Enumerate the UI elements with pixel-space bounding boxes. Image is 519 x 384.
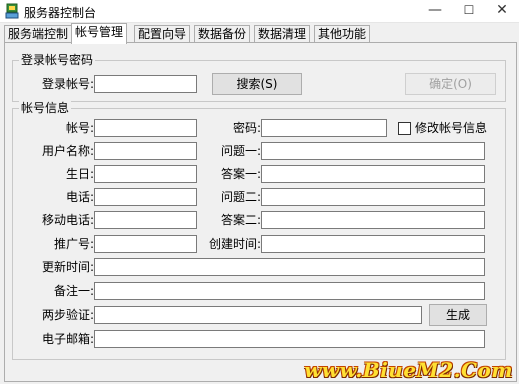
tab-account-management[interactable]: 帐号管理 (71, 23, 128, 44)
answer2-input[interactable] (261, 211, 485, 229)
email-input[interactable] (94, 330, 485, 348)
confirm-button[interactable]: 确定(O) (405, 73, 496, 95)
tab-data-cleanup[interactable]: 数据清理 (254, 25, 311, 43)
modify-account-checkbox[interactable] (398, 122, 411, 135)
login-group: 登录帐号密码 登录帐号: 搜索(S) 确定(O) (12, 52, 506, 102)
account-input[interactable] (94, 119, 197, 137)
created-time-label: 创建时间: (208, 237, 261, 251)
app-icon (5, 3, 19, 19)
username-label: 用户名称: (41, 144, 94, 158)
question1-input[interactable] (261, 142, 485, 160)
maximize-button[interactable]: ☐ (452, 0, 486, 22)
question2-label: 问题二: (220, 190, 261, 204)
question2-input[interactable] (261, 188, 485, 206)
answer1-input[interactable] (261, 165, 485, 183)
tab-data-backup[interactable]: 数据备份 (194, 25, 251, 43)
email-label: 电子邮箱: (41, 332, 94, 346)
account-info-group-title: 帐号信息 (19, 100, 72, 116)
phone-input[interactable] (94, 188, 197, 206)
updated-time-input[interactable] (94, 258, 485, 276)
tab-config-wizard[interactable]: 配置向导 (134, 25, 191, 43)
login-account-input[interactable] (94, 75, 197, 93)
generate-button[interactable]: 生成 (429, 304, 487, 326)
two-step-input[interactable] (94, 306, 422, 324)
tab-other-functions[interactable]: 其他功能 (314, 25, 371, 43)
window-title: 服务器控制台 (24, 6, 97, 20)
title-bar: 服务器控制台 — ☐ ✕ (0, 0, 519, 23)
question1-label: 问题一: (220, 144, 261, 158)
answer1-label: 答案一: (220, 167, 261, 181)
promoter-input[interactable] (94, 235, 197, 253)
mobile-label: 移动电话: (41, 213, 94, 227)
watermark: www.BiueM2.Com (304, 358, 513, 382)
birthday-label: 生日: (65, 167, 94, 181)
login-group-title: 登录帐号密码 (19, 52, 96, 68)
phone-label: 电话: (65, 190, 94, 204)
account-panel: 登录帐号密码 登录帐号: 搜索(S) 确定(O) 帐号信息 帐号: 密码: 修改… (4, 42, 517, 382)
search-button[interactable]: 搜索(S) (212, 73, 302, 95)
two-step-label: 两步验证: (41, 308, 94, 322)
answer2-label: 答案二: (220, 213, 261, 227)
birthday-input[interactable] (94, 165, 197, 183)
created-time-input[interactable] (261, 235, 485, 253)
promoter-label: 推广号: (53, 237, 94, 251)
login-account-label: 登录帐号: (41, 77, 94, 91)
tab-server-control[interactable]: 服务端控制 (4, 25, 73, 43)
password-input[interactable] (261, 119, 387, 137)
mobile-input[interactable] (94, 211, 197, 229)
modify-account-label: 修改帐号信息 (415, 121, 488, 135)
username-input[interactable] (94, 142, 197, 160)
account-label: 帐号: (65, 121, 94, 135)
note1-input[interactable] (94, 282, 485, 300)
password-label: 密码: (232, 121, 261, 135)
minimize-button[interactable]: — (418, 0, 452, 22)
updated-time-label: 更新时间: (41, 260, 94, 274)
account-info-group: 帐号信息 帐号: 密码: 修改帐号信息 用户名称: 问题一: 生日: 答案一: … (12, 100, 506, 360)
close-button[interactable]: ✕ (485, 0, 519, 22)
note1-label: 备注一: (53, 284, 94, 298)
